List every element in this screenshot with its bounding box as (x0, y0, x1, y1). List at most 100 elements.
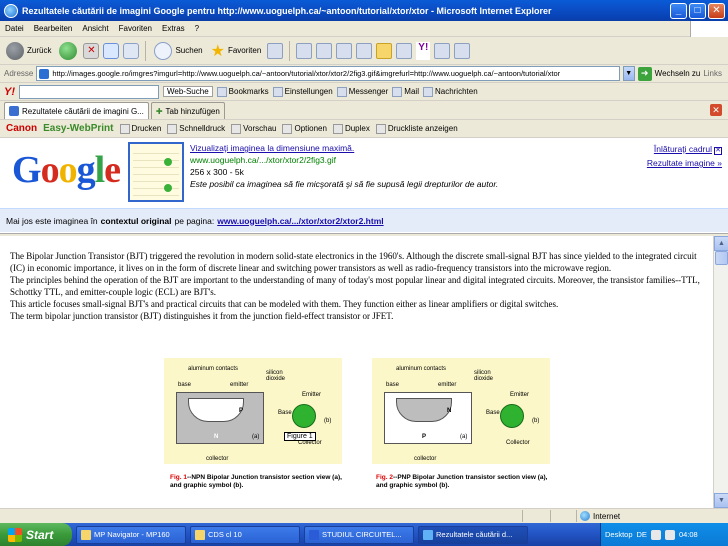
research-icon[interactable] (434, 42, 451, 59)
status-bar: Internet (0, 508, 728, 523)
print-icon[interactable] (316, 42, 333, 59)
yahoo-icon[interactable]: Y! (416, 41, 431, 60)
menu-ansicht[interactable]: Ansicht (77, 24, 113, 33)
home-icon[interactable] (123, 42, 140, 59)
yahoo-messenger-label: Messenger (348, 87, 389, 96)
view-full-size-link[interactable]: Vizualizaţi imaginea la dimensiune maxim… (190, 143, 354, 153)
search-icon (154, 41, 173, 60)
menu-bearbeiten[interactable]: Bearbeiten (29, 24, 78, 33)
separator (145, 40, 147, 61)
menu-help[interactable]: ? (190, 24, 204, 33)
yahoo-news[interactable]: Nachrichten (422, 86, 478, 97)
label-emitter: emitter (438, 382, 457, 388)
favorites-label: Favoriten (227, 46, 262, 55)
menu-datei[interactable]: Datei (0, 24, 29, 33)
logo-letter: G (12, 149, 42, 191)
minimize-button[interactable]: _ (670, 2, 687, 19)
thumbnail-transistor-icon (164, 158, 172, 166)
task-mp-navigator[interactable]: MP Navigator - MP160 (76, 525, 186, 544)
image-results-link[interactable]: Rezultate imagine » (647, 158, 722, 168)
back-button[interactable]: Zurück (4, 40, 53, 62)
original-page-link[interactable]: www.uoguelph.ca/.../xtor/xtor2/xtor2.htm… (217, 216, 383, 226)
search-button[interactable]: Suchen (152, 40, 204, 62)
status-divider (522, 510, 523, 522)
scroll-down-icon[interactable]: ▼ (714, 493, 728, 508)
menu-favoriten[interactable]: Favoriten (114, 24, 157, 33)
label-b: (b) (324, 418, 332, 424)
image-size: 256 x 300 - 5k (190, 167, 244, 177)
messenger-icon[interactable] (396, 42, 413, 59)
links-label[interactable]: Links (703, 69, 722, 78)
yahoo-bookmarks[interactable]: Bookmarks (216, 86, 269, 97)
logo-letter: g (76, 149, 96, 191)
news-icon (422, 86, 433, 97)
language-indicator[interactable]: DE (637, 530, 647, 539)
logo-letter: o (58, 149, 78, 191)
tray-icon[interactable] (650, 529, 661, 540)
bookmarks-icon (216, 86, 227, 97)
menu-extras[interactable]: Extras (157, 24, 190, 33)
task-label: Rezultatele căutării d... (436, 530, 513, 539)
clock[interactable]: 04:08 (679, 530, 698, 539)
canon-quickprint[interactable]: Schnelldruck (167, 123, 226, 134)
canon-options[interactable]: Optionen (282, 123, 327, 134)
scroll-up-icon[interactable]: ▲ (714, 236, 728, 251)
status-divider (550, 510, 551, 522)
address-dropdown-icon[interactable]: ▼ (622, 66, 635, 81)
tray-icon[interactable] (664, 529, 675, 540)
start-button[interactable]: Start (0, 523, 72, 546)
yahoo-search-input[interactable] (19, 84, 159, 99)
go-button[interactable]: ➜ Wechseln zu (637, 66, 700, 81)
security-zone: Internet (580, 511, 620, 521)
scroll-thumb[interactable] (715, 251, 728, 265)
tools-icon[interactable] (454, 42, 471, 59)
easy-webprint-menu[interactable]: Easy-WebPrint (43, 123, 113, 134)
edit-icon[interactable] (336, 42, 353, 59)
task-cds[interactable]: CDS cl 10 (190, 525, 300, 544)
favorites-button[interactable]: ★ Favoriten (209, 40, 264, 62)
canon-preview[interactable]: Vorschau (231, 123, 276, 134)
task-studiul[interactable]: STUDIUL CIRCUITEL... (304, 525, 414, 544)
canon-print[interactable]: Drucken (119, 123, 161, 134)
word-icon (309, 529, 319, 540)
address-bar: Adresse http://images.google.ro/imgres?i… (0, 65, 728, 83)
tab-new[interactable]: ✚ Tab hinzufügen (150, 102, 225, 119)
google-logo[interactable]: Google (12, 148, 121, 192)
vertical-scrollbar[interactable]: ▲ ▼ (713, 236, 728, 508)
stop-icon[interactable]: ✕ (83, 42, 100, 59)
tab-active[interactable]: Rezultatele căutării de imagini G... (4, 102, 149, 119)
remove-frame-close-icon[interactable]: ✕ (714, 147, 722, 155)
yahoo-messenger[interactable]: Messenger (336, 86, 389, 97)
address-input[interactable]: http://images.google.ro/imgres?imgurl=ht… (36, 66, 620, 81)
yahoo-mail[interactable]: Mail (392, 86, 419, 97)
image-thumbnail[interactable] (128, 142, 184, 202)
canon-duplex[interactable]: Duplex (332, 123, 370, 134)
yahoo-toolbar: Y! Web-Suche Bookmarks Einstellungen Mes… (0, 83, 728, 101)
npn-transistor-symbol-icon (292, 404, 316, 428)
yahoo-websuche-button[interactable]: Web-Suche (163, 86, 213, 97)
close-tab-button[interactable]: ✕ (710, 104, 722, 116)
forward-button[interactable] (57, 40, 79, 62)
copyright-notice: Este posibil ca imaginea să fie micşorat… (190, 179, 499, 189)
yahoo-logo[interactable]: Y! (4, 86, 15, 98)
close-button[interactable]: ✕ (708, 2, 725, 19)
canon-printlist[interactable]: Druckliste anzeigen (375, 123, 458, 134)
remove-frame-link[interactable]: Înlăturaţi cadrul (654, 144, 712, 154)
discuss-icon[interactable] (356, 42, 373, 59)
refresh-icon[interactable] (103, 42, 120, 59)
standard-toolbar: Zurück ✕ Suchen ★ Favoriten Y! (0, 37, 728, 65)
google-favicon-icon (9, 106, 19, 116)
mail-icon[interactable] (296, 42, 313, 59)
canon-quickprint-label: Schnelldruck (179, 124, 226, 133)
internet-globe-icon (580, 511, 590, 521)
history-icon[interactable] (267, 42, 284, 59)
google-image-frame: Google Vizualizaţi imaginea la dimensiun… (0, 138, 728, 234)
maximize-button[interactable]: □ (689, 2, 706, 19)
task-ie[interactable]: Rezultatele căutării d... (418, 525, 528, 544)
label-emitter: emitter (230, 382, 249, 388)
folder-icon[interactable] (376, 42, 393, 59)
yahoo-settings-label: Einstellungen (284, 87, 333, 96)
search-label: Suchen (175, 46, 203, 55)
yahoo-settings[interactable]: Einstellungen (272, 86, 333, 97)
desktop-toolbar[interactable]: Desktop (605, 530, 633, 539)
